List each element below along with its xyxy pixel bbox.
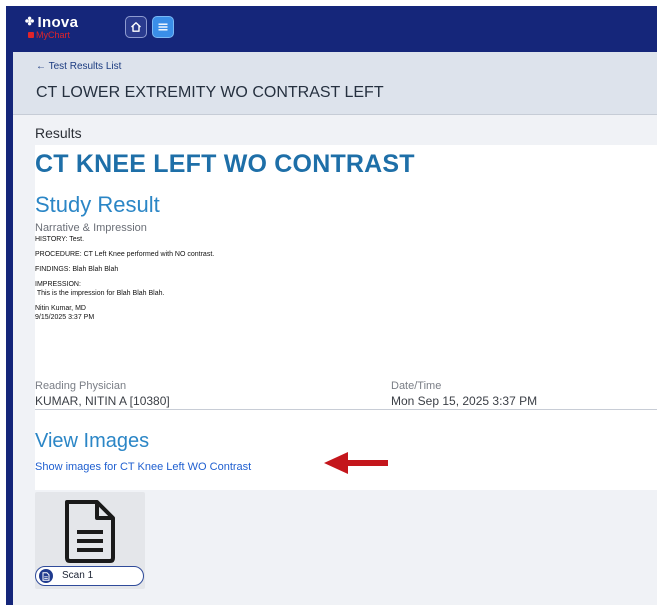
scan-document-icon [39,569,53,583]
narrative-label: Narrative & Impression [35,222,147,234]
divider [35,409,657,410]
report-impression-text: This is the impression for Blah Blah Bla… [35,290,165,297]
back-to-test-results-link[interactable]: ← Test Results List [36,61,121,72]
reading-physician-label: Reading Physician [35,380,127,392]
menu-icon [158,23,168,31]
menu-button[interactable] [152,16,174,38]
scan-label: Scan 1 [62,570,94,581]
document-icon [65,500,115,563]
home-button[interactable] [125,16,147,38]
reading-physician-value: KUMAR, NITIN A [10380] [35,394,170,408]
logo-text: Inova [37,14,79,31]
view-images-heading: View Images [35,430,150,452]
red-arrow-icon [324,452,388,474]
inova-logo-mark-icon: ✤ [25,16,35,28]
scan-1-button[interactable]: Scan 1 [35,566,144,586]
top-nav-bar: ✤ Inova MyChart [13,6,657,52]
home-icon [131,22,141,32]
left-edge-bar [6,6,13,605]
datetime-value: Mon Sep 15, 2025 3:37 PM [391,394,538,408]
report-findings: FINDINGS: Blah Blah Blah [35,266,119,273]
mychart-mark-icon [28,32,34,38]
report-signer: Nitin Kumar, MD [35,305,86,312]
show-images-link[interactable]: Show images for CT Knee Left WO Contrast [35,461,251,473]
report-history: HISTORY: Test. [35,236,85,243]
page-title: CT LOWER EXTREMITY WO CONTRAST LEFT [36,84,384,101]
inova-mychart-logo[interactable]: ✤ Inova MyChart [25,15,78,40]
breadcrumb: ← Test Results List CT LOWER EXTREMITY W… [13,52,657,115]
result-panel: CT KNEE LEFT WO CONTRAST Study Result Na… [35,145,657,490]
results-section-label: Results [35,125,82,141]
report-signed-at: 9/15/2025 3:37 PM [35,314,95,321]
report-impression-label: IMPRESSION: [35,281,81,288]
test-title: CT KNEE LEFT WO CONTRAST [35,150,415,178]
study-result-heading: Study Result [35,192,160,217]
results-content: Results CT KNEE LEFT WO CONTRAST Study R… [13,115,657,605]
report-procedure: PROCEDURE: CT Left Knee performed with N… [35,251,215,258]
datetime-label: Date/Time [391,380,442,392]
logo-subtext: MyChart [36,30,71,40]
report-text: HISTORY: Test. PROCEDURE: CT Left Knee p… [35,235,395,322]
